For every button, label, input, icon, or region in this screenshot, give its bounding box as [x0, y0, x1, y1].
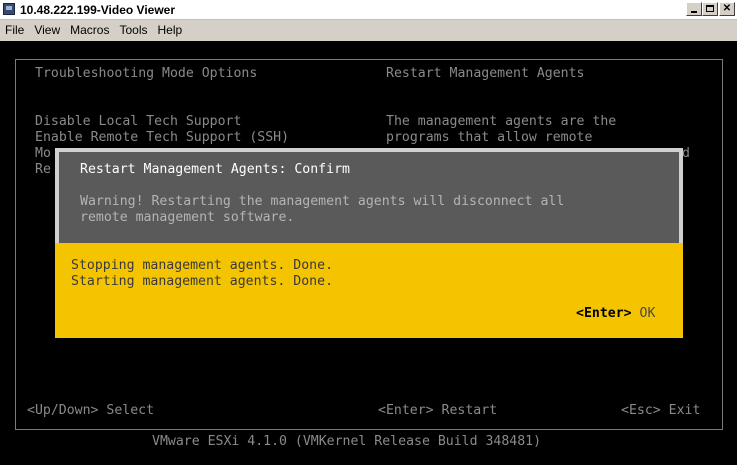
option-partial-3[interactable]: Mo [35, 146, 51, 162]
description-line-3: d [682, 146, 690, 161]
hint-select: <Up/Down> Select [27, 403, 155, 418]
hint-exit: <Esc> Exit [621, 403, 701, 418]
ok-button[interactable]: <Enter> OK [576, 306, 655, 322]
dialog-warning-line-1: Warning! Restarting the management agent… [80, 194, 565, 209]
dialog-warning-line-2: remote management software. [80, 210, 295, 225]
ok-label: OK [639, 306, 656, 321]
option-partial-4[interactable]: Re [35, 162, 51, 178]
menu-bar: File View Macros Tools Help [0, 20, 737, 41]
menu-file[interactable]: File [0, 20, 29, 41]
dialog-title: Restart Management Agents: Confirm [80, 162, 350, 177]
minimize-button[interactable] [686, 2, 702, 16]
maximize-button[interactable] [702, 2, 718, 16]
window-title: 10.48.222.199-Video Viewer [20, 3, 175, 17]
close-button[interactable]: ✕ [719, 2, 735, 16]
console-window-icon [3, 3, 15, 15]
hint-restart: <Enter> Restart [378, 403, 498, 418]
description-heading: Restart Management Agents [386, 66, 585, 81]
description-line-2: programs that allow remote [386, 130, 593, 145]
ok-key-hint: <Enter> [576, 306, 632, 321]
option-disable-local-tech-support[interactable]: Disable Local Tech Support [35, 114, 241, 130]
options-heading: Troubleshooting Mode Options [35, 66, 258, 81]
esxi-version-footer: VMware ESXi 4.1.0 (VMKernel Release Buil… [152, 434, 542, 449]
remote-console[interactable]: Troubleshooting Mode Options Restart Man… [0, 41, 737, 465]
menu-view[interactable]: View [29, 20, 65, 41]
menu-tools[interactable]: Tools [114, 20, 152, 41]
dialog-warning: Warning! Restarting the management agent… [80, 194, 564, 226]
description-line-1: The management agents are the [386, 114, 617, 129]
menu-help[interactable]: Help [153, 20, 188, 41]
window-titlebar[interactable]: 10.48.222.199-Video Viewer ✕ [0, 0, 737, 20]
menu-macros[interactable]: Macros [65, 20, 114, 41]
status-starting: Starting management agents. Done. [71, 274, 334, 289]
status-stopping: Stopping management agents. Done. [71, 258, 334, 273]
option-enable-remote-tech-support[interactable]: Enable Remote Tech Support (SSH) [35, 130, 289, 146]
dialog-status: Stopping management agents. Done. Starti… [71, 258, 333, 290]
